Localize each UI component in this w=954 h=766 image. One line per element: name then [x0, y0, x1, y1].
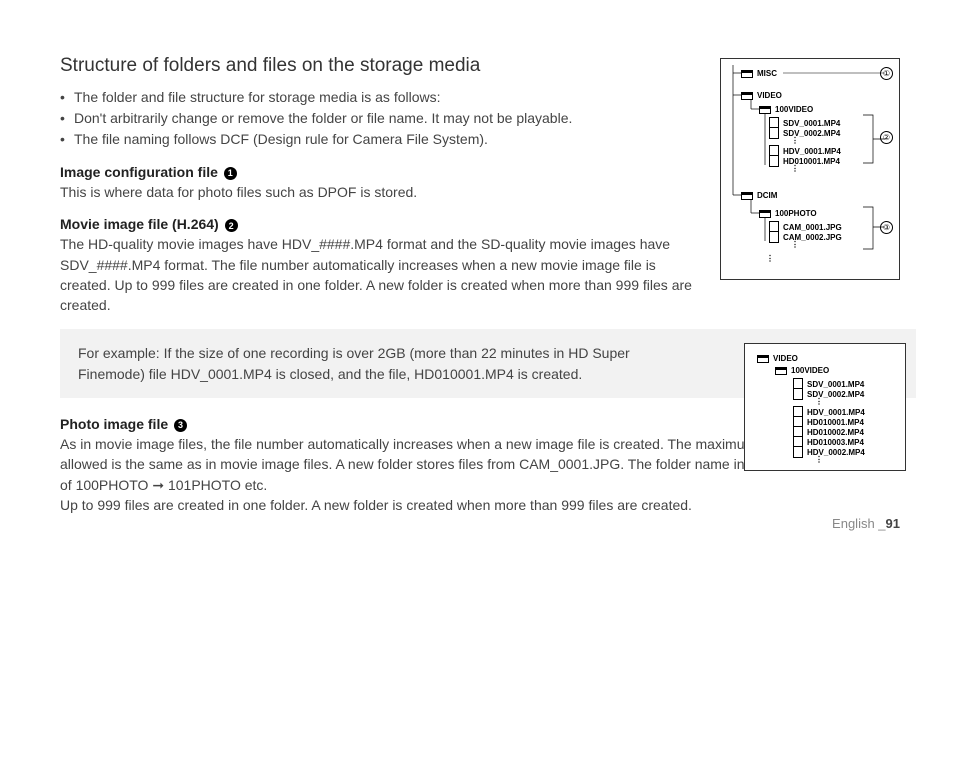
d1-misc-label: MISC — [757, 69, 777, 78]
callout-2-icon: ② — [880, 131, 893, 144]
d1-video-label: VIDEO — [757, 91, 782, 100]
dots-icon: ⋮ — [791, 136, 800, 145]
bullet-2: Don't arbitrarily change or remove the f… — [60, 108, 700, 129]
folder-icon — [741, 192, 753, 200]
dots-icon: ⋮ — [791, 240, 800, 249]
callout-mark-3-icon: 3 — [174, 419, 187, 432]
dots-icon: ⋮ — [766, 254, 775, 263]
bullet-1: The folder and file structure for storag… — [60, 87, 700, 108]
d2-video-label: VIDEO — [773, 354, 798, 363]
callout-3-icon: ③ — [880, 221, 893, 234]
d2-100video-label: 100VIDEO — [791, 366, 829, 375]
folder-icon — [775, 367, 787, 375]
folder-icon — [741, 70, 753, 78]
d1-100video-label: 100VIDEO — [775, 105, 813, 114]
file-icon — [793, 446, 803, 458]
movie-file-body: The HD-quality movie images have HDV_###… — [60, 234, 700, 315]
folder-diagram-1: MISC ① VIDEO 100VIDEO SDV_0001.MP4 SDV_0… — [720, 58, 900, 280]
d1-100photo-label: 100PHOTO — [775, 209, 817, 218]
image-config-head: Image configuration file 1 — [60, 164, 700, 180]
folder-icon — [759, 210, 771, 218]
section-title: Structure of folders and files on the st… — [60, 55, 700, 77]
example-text: For example: If the size of one recordin… — [78, 343, 688, 384]
callout-mark-2-icon: 2 — [225, 219, 238, 232]
folder-icon — [741, 92, 753, 100]
page-footer: English _91 — [832, 516, 900, 531]
folder-icon — [759, 106, 771, 114]
movie-file-head: Movie image file (H.264) 2 — [60, 216, 700, 232]
dots-icon: ⋮ — [791, 164, 800, 173]
example-box: For example: If the size of one recordin… — [60, 329, 916, 398]
file-icon — [793, 388, 803, 400]
folder-diagram-2: VIDEO 100VIDEO SDV_0001.MP4 SDV_0002.MP4… — [744, 343, 906, 471]
folder-icon — [757, 355, 769, 363]
dots-icon: ⋮ — [815, 397, 824, 406]
file-icon — [769, 155, 779, 167]
dots-icon: ⋮ — [815, 455, 824, 464]
image-config-body: This is where data for photo files such … — [60, 182, 700, 202]
bullet-3: The file naming follows DCF (Design rule… — [60, 129, 700, 150]
d1-dcim-label: DCIM — [757, 191, 777, 200]
callout-mark-1-icon: 1 — [224, 167, 237, 180]
file-icon — [769, 231, 779, 243]
callout-1-icon: ① — [880, 67, 893, 80]
file-icon — [769, 127, 779, 139]
intro-bullets: The folder and file structure for storag… — [60, 87, 700, 150]
